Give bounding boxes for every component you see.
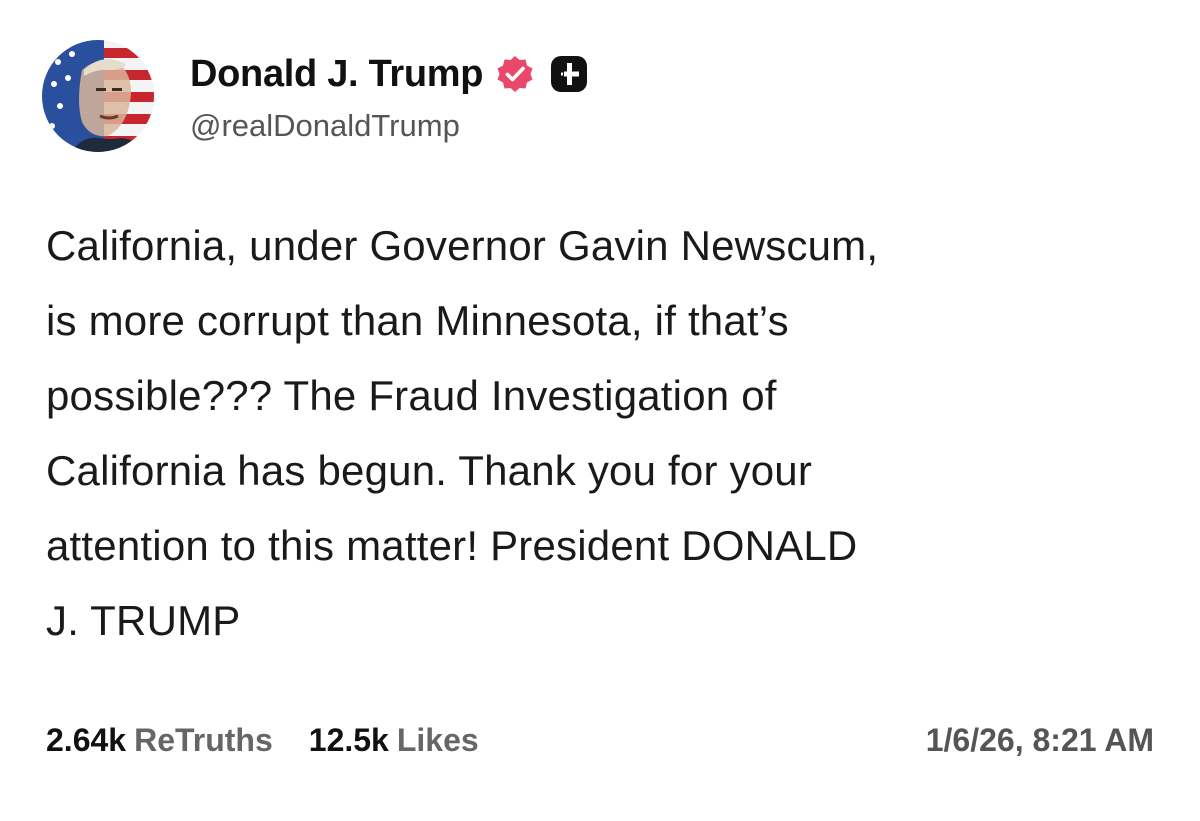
- retruths-stat[interactable]: 2.64k ReTruths: [46, 722, 273, 759]
- verified-badge-icon: [495, 54, 535, 94]
- likes-count: 12.5k: [308, 722, 389, 758]
- post-stats: 2.64k ReTruths 12.5k Likes: [46, 722, 515, 759]
- likes-label: Likes: [396, 722, 479, 758]
- author-handle[interactable]: @realDonaldTrump: [190, 108, 460, 144]
- avatar-portrait-image: [42, 40, 154, 152]
- post-timestamp[interactable]: 1/6/26, 8:21 AM: [926, 722, 1154, 759]
- retruths-count: 2.64k: [46, 722, 127, 758]
- author-display-name[interactable]: Donald J. Trump: [190, 53, 484, 96]
- truth-post: Donald J. Trump @realDonaldTrump Califor…: [0, 0, 1200, 821]
- author-line: Donald J. Trump: [190, 46, 589, 102]
- avatar[interactable]: [42, 40, 154, 152]
- likes-stat[interactable]: 12.5k Likes: [309, 722, 479, 759]
- retruths-label: ReTruths: [134, 722, 273, 758]
- post-body-text: California, under Governor Gavin Newscum…: [46, 222, 879, 644]
- plus-badge-icon: [549, 54, 589, 94]
